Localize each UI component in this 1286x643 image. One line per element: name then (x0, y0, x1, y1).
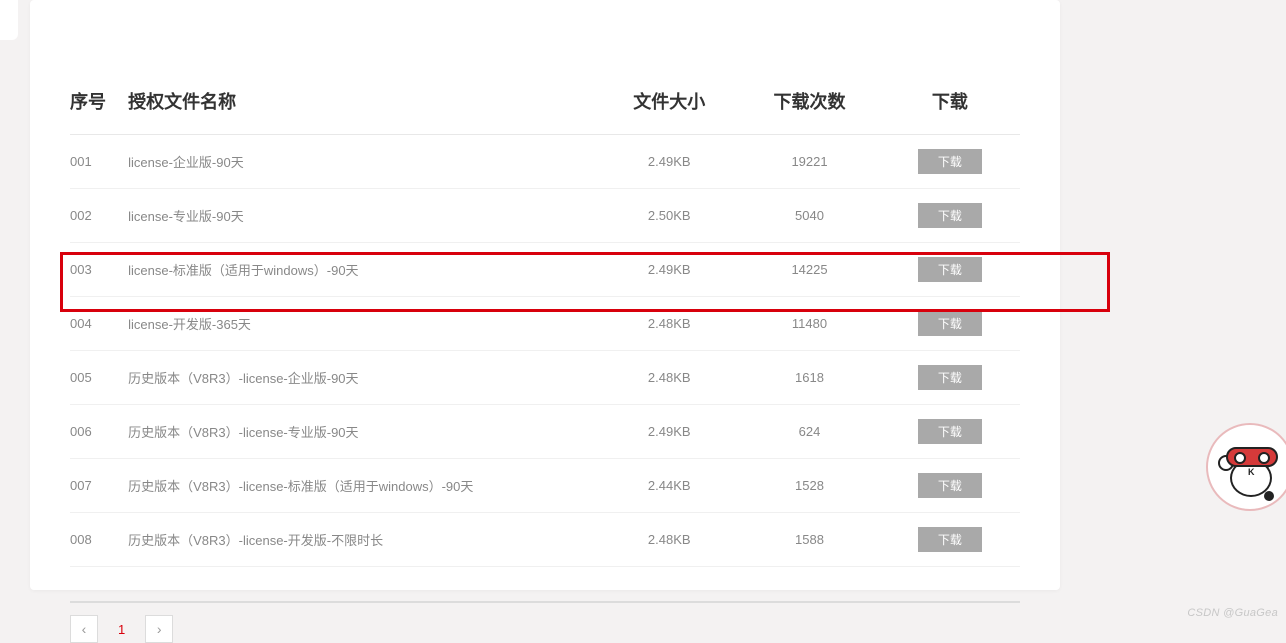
cell-count: 1588 (739, 513, 879, 567)
cell-filename: license-企业版-90天 (128, 135, 599, 189)
left-edge-decor (0, 0, 18, 40)
download-button[interactable]: 下载 (918, 365, 982, 390)
cell-index: 007 (70, 459, 128, 513)
header-size: 文件大小 (599, 88, 739, 135)
watermark-text: CSDN @GuaGea (1187, 607, 1278, 619)
cell-filename: 历史版本（V8R3）-license-标准版（适用于windows）-90天 (128, 459, 599, 513)
cell-index: 006 (70, 405, 128, 459)
cell-size: 2.48KB (599, 513, 739, 567)
download-card: 序号 授权文件名称 文件大小 下载次数 下载 001license-企业版-90… (30, 0, 1060, 590)
download-button[interactable]: 下载 (918, 311, 982, 336)
prev-page-button[interactable]: ‹ (70, 615, 98, 643)
next-page-button[interactable]: › (145, 615, 173, 643)
cell-size: 2.48KB (599, 351, 739, 405)
cell-index: 001 (70, 135, 128, 189)
table-row: 007历史版本（V8R3）-license-标准版（适用于windows）-90… (70, 459, 1020, 513)
download-button[interactable]: 下载 (918, 257, 982, 282)
cell-index: 005 (70, 351, 128, 405)
cell-count: 19221 (739, 135, 879, 189)
table-row: 002license-专业版-90天2.50KB5040 下载 (70, 189, 1020, 243)
cell-filename: license-标准版（适用于windows）-90天 (128, 243, 599, 297)
cell-count: 1528 (739, 459, 879, 513)
cell-filename: 历史版本（V8R3）-license-企业版-90天 (128, 351, 599, 405)
cell-download: 下载 (880, 405, 1020, 459)
cell-index: 003 (70, 243, 128, 297)
cell-size: 2.49KB (599, 135, 739, 189)
cell-size: 2.44KB (599, 459, 739, 513)
table-row: 006历史版本（V8R3）-license-专业版-90天2.49KB624 下载 (70, 405, 1020, 459)
cell-download: 下载 (880, 459, 1020, 513)
cell-index: 008 (70, 513, 128, 567)
cell-download: 下载 (880, 189, 1020, 243)
cell-download: 下载 (880, 135, 1020, 189)
header-count: 下载次数 (739, 88, 879, 135)
cell-size: 2.49KB (599, 243, 739, 297)
cell-index: 002 (70, 189, 128, 243)
cell-index: 004 (70, 297, 128, 351)
table-row: 003license-标准版（适用于windows）-90天2.49KB1422… (70, 243, 1020, 297)
cell-size: 2.49KB (599, 405, 739, 459)
cell-download: 下载 (880, 513, 1020, 567)
cell-count: 1618 (739, 351, 879, 405)
cell-filename: license-开发版-365天 (128, 297, 599, 351)
cell-size: 2.48KB (599, 297, 739, 351)
header-name: 授权文件名称 (128, 88, 599, 135)
header-download: 下载 (880, 88, 1020, 135)
current-page[interactable]: 1 (112, 622, 131, 637)
cell-count: 14225 (739, 243, 879, 297)
license-table: 序号 授权文件名称 文件大小 下载次数 下载 001license-企业版-90… (70, 88, 1020, 567)
download-button[interactable]: 下载 (918, 527, 982, 552)
cell-count: 5040 (739, 189, 879, 243)
table-row: 008历史版本（V8R3）-license-开发版-不限时长2.48KB1588… (70, 513, 1020, 567)
cell-filename: 历史版本（V8R3）-license-专业版-90天 (128, 405, 599, 459)
cell-size: 2.50KB (599, 189, 739, 243)
download-button[interactable]: 下载 (918, 203, 982, 228)
table-row: 004license-开发版-365天2.48KB11480 下载 (70, 297, 1020, 351)
cell-filename: license-专业版-90天 (128, 189, 599, 243)
cell-count: 11480 (739, 297, 879, 351)
cell-download: 下载 (880, 243, 1020, 297)
table-row: 005历史版本（V8R3）-license-企业版-90天2.48KB1618 下… (70, 351, 1020, 405)
download-button[interactable]: 下载 (918, 149, 982, 174)
mascot-avatar[interactable]: K (1206, 423, 1286, 513)
cell-count: 624 (739, 405, 879, 459)
cell-filename: 历史版本（V8R3）-license-开发版-不限时长 (128, 513, 599, 567)
cell-download: 下载 (880, 351, 1020, 405)
pagination: ‹ 1 › (70, 601, 1020, 643)
table-row: 001license-企业版-90天2.49KB19221 下载 (70, 135, 1020, 189)
header-index: 序号 (70, 88, 128, 135)
download-button[interactable]: 下载 (918, 419, 982, 444)
cell-download: 下载 (880, 297, 1020, 351)
download-button[interactable]: 下载 (918, 473, 982, 498)
